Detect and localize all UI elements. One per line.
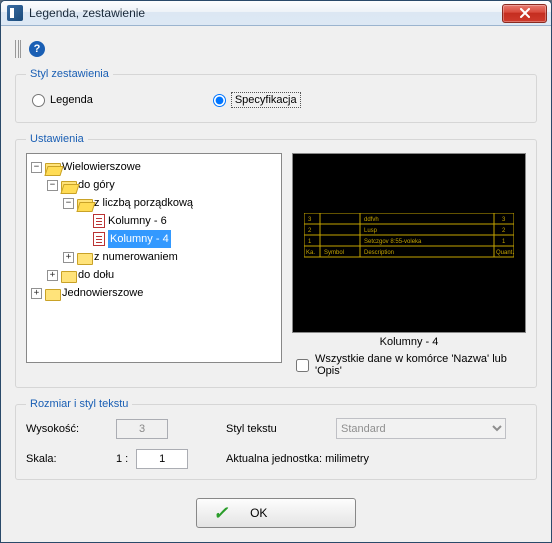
tree-node-jednowierszowe[interactable]: + Jednowierszowe — [31, 284, 279, 302]
expander-plus-icon[interactable]: + — [63, 252, 74, 263]
tree-view[interactable]: − Wielowierszowe − do góry — [26, 153, 282, 363]
close-icon — [519, 8, 531, 18]
settings-group-legend: Ustawienia — [26, 133, 88, 145]
expander-minus-icon[interactable]: − — [63, 198, 74, 209]
tree-node-wielowierszowe[interactable]: − Wielowierszowe — [31, 158, 279, 176]
height-label: Wysokość: — [26, 423, 116, 435]
textstyle-combo[interactable]: Standard — [336, 418, 506, 439]
size-grid: Wysokość: Styl tekstu Standard Skala: 1 … — [26, 418, 526, 469]
expander-plus-icon[interactable]: + — [31, 288, 42, 299]
grip-icon — [15, 40, 21, 58]
settings-group: Ustawienia − Wielowierszowe — [15, 133, 537, 388]
button-bar: ✓ OK — [15, 490, 537, 528]
svg-text:3: 3 — [308, 217, 312, 223]
tree-node-z-numerowaniem[interactable]: + z numerowaniem — [63, 248, 279, 266]
tree-node-do-dolu[interactable]: + do dołu — [47, 266, 279, 284]
svg-text:1: 1 — [502, 239, 506, 245]
tree-node-kolumny4[interactable]: − Kolumny - 4 — [79, 230, 279, 248]
radio-legenda-input[interactable] — [32, 94, 45, 107]
app-icon — [7, 5, 23, 21]
radio-legenda-label: Legenda — [50, 94, 93, 106]
svg-text:Setczgov 8:55-voleka: Setczgov 8:55-voleka — [364, 239, 422, 245]
checkbox-all-data-label: Wszystkie dane w komórce 'Nazwa' lub 'Op… — [315, 353, 526, 377]
tree-node-z-liczba[interactable]: − z liczbą porządkową — [63, 194, 279, 212]
textstyle-label: Styl tekstu — [226, 423, 336, 435]
tree-label: Jednowierszowe — [62, 284, 143, 302]
preview-table-icon: 3 ddfvh 3 2 Lusp 2 1 Setczgov 8:55-volek… — [304, 213, 514, 273]
svg-text:2: 2 — [308, 228, 312, 234]
radio-specyfikacja[interactable]: Specyfikacja — [213, 92, 301, 108]
size-group-legend: Rozmiar i styl tekstu — [26, 398, 132, 410]
close-button[interactable] — [502, 4, 547, 23]
radio-specyfikacja-label: Specyfikacja — [231, 92, 301, 108]
expander-minus-icon[interactable]: − — [47, 180, 58, 191]
scale-input[interactable] — [136, 449, 188, 469]
folder-icon — [61, 269, 75, 281]
style-radio-row: Legenda Specyfikacja — [26, 88, 526, 112]
tree-label: do dołu — [78, 266, 114, 284]
checkbox-all-data-input[interactable] — [296, 359, 309, 372]
tree-label: do góry — [78, 176, 115, 194]
tree-label: Kolumny - 6 — [108, 212, 167, 230]
preview-column: 3 ddfvh 3 2 Lusp 2 1 Setczgov 8:55-volek… — [292, 153, 526, 377]
tree-label-selected: Kolumny - 4 — [108, 230, 171, 248]
tree-label: Wielowierszowe — [62, 158, 141, 176]
folder-icon — [77, 251, 91, 263]
folder-open-icon — [45, 161, 59, 173]
svg-text:ddfvh: ddfvh — [364, 217, 379, 223]
ok-button[interactable]: ✓ OK — [196, 498, 356, 528]
svg-text:Symbol: Symbol — [324, 250, 344, 256]
dialog-content: ? Styl zestawienia Legenda Specyfikacja … — [1, 26, 551, 542]
folder-icon — [45, 287, 59, 299]
size-group: Rozmiar i styl tekstu Wysokość: Styl tek… — [15, 398, 537, 480]
svg-text:1: 1 — [308, 239, 312, 245]
help-button[interactable]: ? — [29, 41, 45, 57]
dialog-window: Legenda, zestawienie ? Styl zestawienia … — [0, 0, 552, 543]
svg-text:3: 3 — [502, 217, 506, 223]
radio-specyfikacja-input[interactable] — [213, 94, 226, 107]
svg-text:Quant.: Quant. — [496, 250, 514, 256]
tree-label: z liczbą porządkową — [94, 194, 193, 212]
window-title: Legenda, zestawienie — [29, 6, 502, 20]
style-group: Styl zestawienia Legenda Specyfikacja — [15, 68, 537, 123]
expander-minus-icon[interactable]: − — [31, 162, 42, 173]
folder-open-icon — [77, 197, 91, 209]
scale-prefix: 1 : — [116, 453, 128, 465]
check-icon: ✓ — [213, 503, 228, 524]
tree-node-kolumny6[interactable]: − Kolumny - 6 — [79, 212, 279, 230]
document-icon — [93, 214, 105, 228]
preview-caption: Kolumny - 4 — [292, 333, 526, 353]
titlebar: Legenda, zestawienie — [1, 1, 551, 26]
scale-label: Skala: — [26, 453, 116, 465]
folder-open-icon — [61, 179, 75, 191]
svg-text:Lusp: Lusp — [364, 228, 378, 234]
tree-label: z numerowaniem — [94, 248, 178, 266]
radio-legenda[interactable]: Legenda — [32, 94, 93, 107]
svg-text:Description: Description — [364, 250, 394, 256]
svg-text:Ka.: Ka. — [306, 250, 315, 256]
style-group-legend: Styl zestawienia — [26, 68, 113, 80]
preview-pane: 3 ddfvh 3 2 Lusp 2 1 Setczgov 8:55-volek… — [292, 153, 526, 333]
toolbar: ? — [15, 36, 537, 68]
checkbox-all-data[interactable]: Wszystkie dane w komórce 'Nazwa' lub 'Op… — [292, 353, 526, 377]
expander-plus-icon[interactable]: + — [47, 270, 58, 281]
height-input[interactable] — [116, 419, 168, 439]
document-icon — [93, 232, 105, 246]
settings-body: − Wielowierszowe − do góry — [26, 153, 526, 377]
ok-button-label: OK — [250, 506, 267, 520]
tree-node-do-gory[interactable]: − do góry — [47, 176, 279, 194]
svg-text:2: 2 — [502, 228, 506, 234]
unit-label: Aktualna jednostka: milimetry — [226, 453, 526, 465]
